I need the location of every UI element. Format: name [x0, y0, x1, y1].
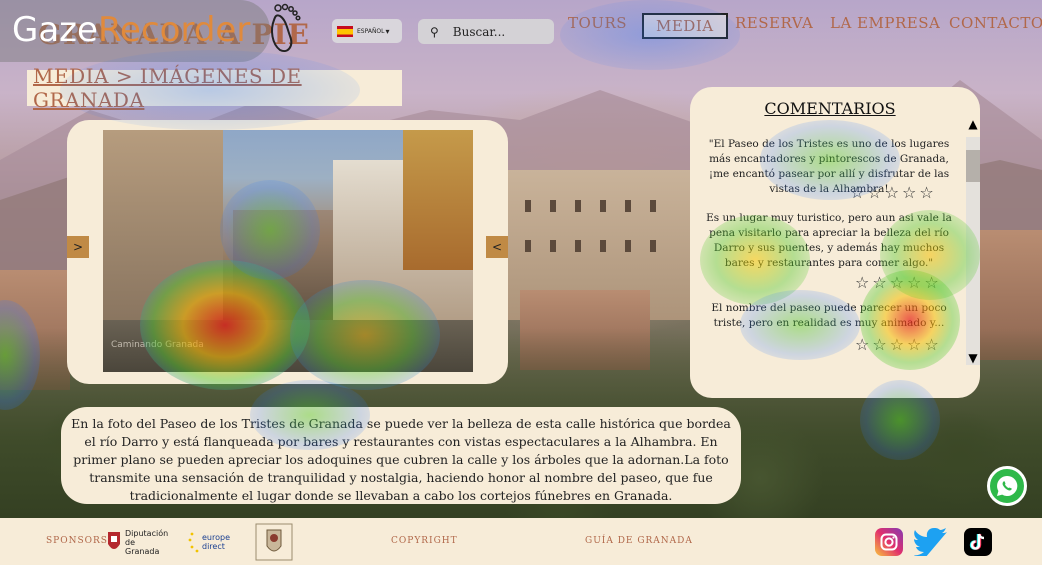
image-caption: En la foto del Paseo de los Tristes de G… — [61, 407, 741, 504]
guide-link[interactable]: GUÍA DE GRANADA — [585, 536, 693, 546]
whatsapp-icon[interactable] — [987, 466, 1027, 506]
footer: SPONSORS Diputación de Granada europe di… — [0, 518, 1042, 565]
comments-title: COMENTARIOS — [764, 99, 896, 118]
search-input[interactable]: ⚲ Buscar... — [418, 19, 554, 44]
footprint-icon — [271, 3, 301, 52]
search-placeholder: Buscar... — [452, 24, 506, 39]
gallery-photo[interactable]: Caminando Granada — [103, 130, 473, 372]
gaze-brand-white: Gaze — [12, 10, 98, 50]
tiktok-icon[interactable] — [964, 528, 992, 556]
nav-media[interactable]: MEDIA — [642, 13, 728, 39]
scrollbar-thumb[interactable] — [966, 150, 980, 182]
nav-la-empresa[interactable]: LA EMPRESA — [830, 14, 940, 32]
star-rating[interactable]: ☆☆☆☆☆ — [850, 183, 937, 202]
gaze-brand-orange: Recorder — [97, 10, 251, 50]
diputacion-emblem-icon — [108, 532, 120, 549]
sponsors-label: SPONSORS — [46, 536, 108, 546]
nav-reserva[interactable]: RESERVA — [735, 14, 813, 32]
eu-stars-icon — [188, 532, 199, 553]
sponsor-diputacion-logo[interactable]: Diputación de Granada — [106, 525, 169, 559]
instagram-icon[interactable] — [875, 528, 903, 556]
ayuntamiento-crest-icon[interactable] — [255, 522, 293, 562]
star-rating[interactable]: ☆☆☆☆☆ — [855, 335, 942, 354]
spain-flag-icon — [337, 25, 353, 37]
breadcrumb[interactable]: MEDIA > IMÁGENES DE GRANADA — [27, 64, 402, 112]
language-select[interactable]: ESPAÑOL ▾ — [332, 19, 402, 43]
comment-text: Es un lugar muy turistico, pero aun asi … — [706, 212, 952, 269]
sponsor-europe-direct-name: europe direct — [202, 533, 230, 551]
comments-scrollbar[interactable]: ▲ ▼ — [966, 117, 980, 379]
scroll-down-arrow-icon[interactable]: ▼ — [966, 351, 980, 365]
photo-watermark: Caminando Granada — [111, 340, 204, 350]
star-rating[interactable]: ☆☆☆☆☆ — [855, 273, 942, 292]
header: GRANADA A PIE GazeRecorder ESPAÑOL ▾ ⚲ B… — [0, 0, 1042, 62]
chevron-down-icon: ▾ — [385, 26, 390, 36]
image-gallery: Caminando Granada > < — [67, 120, 508, 384]
sponsor-diputacion-name: Diputación de Granada — [125, 528, 169, 556]
language-label: ESPAÑOL — [357, 27, 385, 35]
nav-tours[interactable]: TOURS — [568, 14, 627, 32]
nav-contacto[interactable]: CONTACTO — [949, 14, 1042, 32]
copyright-link[interactable]: COPYRIGHT — [391, 536, 458, 546]
scroll-up-arrow-icon[interactable]: ▲ — [966, 117, 980, 131]
twitter-icon[interactable] — [914, 528, 948, 556]
search-icon: ⚲ — [430, 24, 439, 39]
gallery-next-button[interactable]: < — [486, 236, 508, 258]
comments-panel: COMENTARIOS "El Paseo de los Tristes es … — [690, 87, 980, 398]
gallery-prev-button[interactable]: > — [67, 236, 89, 258]
sponsor-europe-direct-logo[interactable]: europe direct — [188, 525, 238, 559]
gaze-recorder-badge: GazeRecorder — [0, 0, 270, 62]
comment-text: El nombre del paseo puede parecer un poc… — [711, 302, 947, 329]
